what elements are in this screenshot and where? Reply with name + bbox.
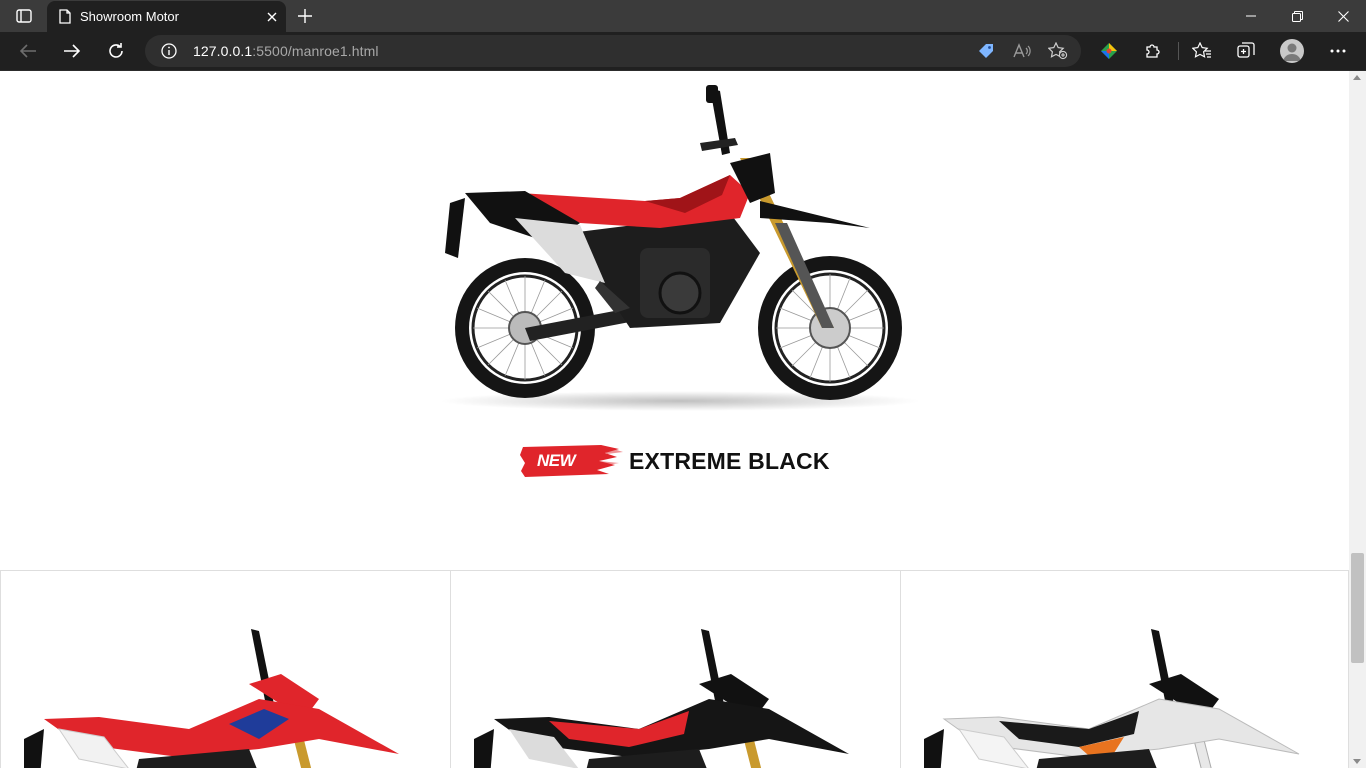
url-host: 127.0.0.1: [193, 43, 253, 59]
more-menu-button[interactable]: [1325, 39, 1351, 63]
favorites-icon[interactable]: [1189, 39, 1215, 63]
read-aloud-icon[interactable]: [1011, 41, 1033, 61]
tab-title: Showroom Motor: [80, 9, 179, 24]
url-path: :5500/manroe1.html: [252, 43, 379, 59]
close-icon: [267, 12, 277, 21]
restore-icon: [1291, 10, 1303, 22]
extension-colorful-icon[interactable]: [1096, 39, 1122, 63]
variant-name: EXTREME BLACK: [629, 447, 830, 474]
new-badge: NEW: [519, 443, 623, 479]
toolbar-divider: [1178, 42, 1179, 60]
site-info-icon[interactable]: [161, 43, 177, 64]
add-favorite-icon[interactable]: [1047, 41, 1069, 61]
url-text[interactable]: 127.0.0.1:5500/manroe1.html: [193, 43, 379, 59]
user-icon: [1283, 43, 1301, 61]
new-badge-text: NEW: [537, 451, 576, 470]
forward-button[interactable]: [57, 37, 87, 65]
page-viewport: NEW EXTREME BLACK: [0, 71, 1349, 768]
arrow-right-icon: [64, 44, 81, 58]
motorcycle-thumbnail-white: [924, 629, 1300, 768]
close-tab-button[interactable]: [258, 5, 286, 29]
color-card-red-white[interactable]: [0, 570, 450, 768]
tab-actions-button[interactable]: [10, 6, 38, 26]
price-tag-icon[interactable]: [975, 41, 997, 61]
minimize-button[interactable]: [1228, 0, 1274, 32]
close-window-button[interactable]: [1320, 0, 1366, 32]
color-card-black-red[interactable]: [450, 570, 900, 768]
ellipsis-icon: [1330, 49, 1346, 53]
restore-button[interactable]: [1274, 0, 1320, 32]
new-tab-button[interactable]: [292, 4, 318, 28]
arrow-left-icon: [19, 44, 36, 58]
hero-motorcycle-image: [440, 85, 920, 411]
motorcycle-thumbnail-black: [474, 629, 849, 768]
scrollbar-thumb[interactable]: [1351, 553, 1364, 663]
tab-actions-icon: [16, 9, 32, 23]
collections-icon[interactable]: [1233, 39, 1259, 63]
back-button[interactable]: [13, 37, 43, 65]
address-bar[interactable]: 127.0.0.1:5500/manroe1.html: [145, 35, 1081, 67]
close-icon: [1337, 10, 1349, 22]
browser-toolbar: 127.0.0.1:5500/manroe1.html: [0, 32, 1366, 71]
extensions-puzzle-icon[interactable]: [1140, 39, 1166, 63]
color-card-black-white-orange[interactable]: [900, 570, 1349, 768]
scroll-up-arrow[interactable]: [1353, 75, 1361, 80]
refresh-icon: [109, 43, 123, 58]
browser-tab-active[interactable]: Showroom Motor: [47, 1, 286, 32]
minimize-icon: [1246, 15, 1256, 17]
plus-icon: [298, 9, 312, 23]
profile-avatar[interactable]: [1280, 39, 1304, 63]
scroll-down-arrow[interactable]: [1353, 759, 1361, 764]
browser-titlebar: Showroom Motor: [0, 0, 1366, 32]
variant-label: NEW EXTREME BLACK: [519, 443, 830, 479]
page-scrollbar[interactable]: [1349, 71, 1366, 768]
page-icon: [59, 9, 71, 24]
refresh-button[interactable]: [101, 37, 131, 65]
color-variant-cards: [0, 570, 1349, 768]
motorcycle-thumbnail-red: [24, 629, 399, 768]
